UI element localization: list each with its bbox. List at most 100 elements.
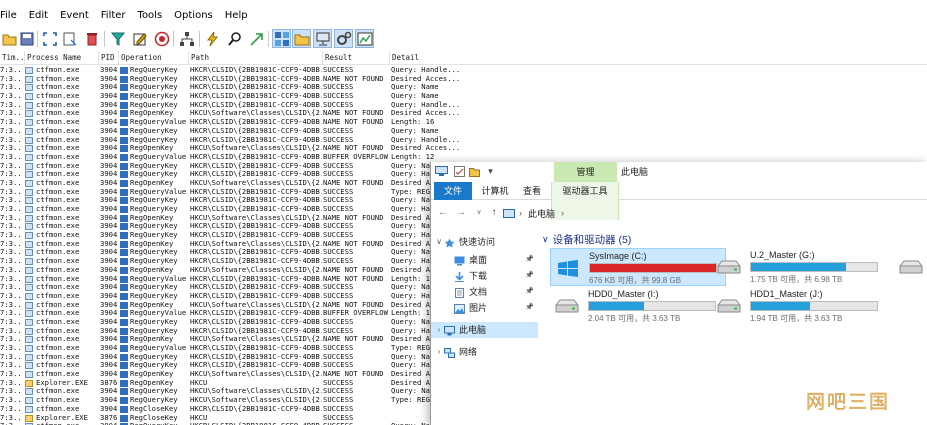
group-header[interactable]: ∨ 设备和驱动器 (5): [542, 232, 631, 247]
cell-result: SUCCESS: [323, 187, 354, 196]
include-button[interactable]: [152, 29, 171, 48]
menu-file[interactable]: File: [0, 6, 23, 26]
file-activity-toggle[interactable]: [292, 29, 311, 48]
properties-icon[interactable]: [453, 165, 466, 178]
customize-icon[interactable]: ▾: [484, 165, 497, 178]
clear-icon: [86, 32, 97, 45]
menu-tools[interactable]: Tools: [132, 6, 169, 26]
nav-item[interactable]: 文档 📌: [431, 284, 538, 300]
menu-filter[interactable]: Filter: [95, 6, 132, 26]
tab-file[interactable]: 文件: [434, 182, 472, 200]
menu-event[interactable]: Event: [54, 6, 95, 26]
expand-chevron-icon[interactable]: ∨: [434, 234, 444, 250]
cell-time: 7:3...: [0, 309, 22, 318]
table-row[interactable]: 7:3... ctfmon.exe 3904 RegQueryKey HKCR\CLSI…: [0, 92, 927, 101]
clear-button[interactable]: [82, 29, 101, 48]
col-process-name[interactable]: Process Name: [25, 51, 99, 64]
pin-icon[interactable]: 📌: [525, 252, 534, 268]
manage-context-tab[interactable]: 管理: [554, 162, 617, 182]
cell-path: HKCU\Software\Classes\CLSID\{2...: [190, 335, 322, 344]
drive-tile[interactable]: HDD0_Master (I:) 2.04 TB 可用，共 3.63 TB: [550, 287, 726, 325]
expand-chevron-icon[interactable]: ›: [434, 322, 444, 338]
drive-tile[interactable]: SysImage (C:) 676 KB 可用，共 99.8 GB: [550, 248, 726, 286]
up-arrow-icon[interactable]: ↑: [488, 206, 500, 220]
expand-chevron-icon[interactable]: ›: [434, 344, 444, 360]
pin-icon[interactable]: 📌: [525, 300, 534, 316]
drive-tile[interactable]: HDD1_Master (J:) 1.94 TB 可用，共 3.63 TB: [712, 287, 888, 325]
jump-button[interactable]: [247, 29, 266, 48]
col-operation[interactable]: Operation: [119, 51, 189, 64]
table-row[interactable]: 7:3... ctfmon.exe 3904 RegOpenKey HKCU\Softw…: [0, 144, 927, 153]
table-row[interactable]: 7:3... ctfmon.exe 3904 RegQueryValueHKCR\CL…: [0, 118, 927, 127]
pin-icon[interactable]: 📌: [525, 284, 534, 300]
nav-item-label: 下载: [469, 271, 488, 281]
filter-button[interactable]: [108, 29, 127, 48]
cell-time: 7:3...: [0, 196, 22, 205]
address-box[interactable]: › 此电脑 ›: [503, 205, 923, 221]
cell-pid: 3904: [100, 257, 118, 266]
table-row[interactable]: 7:3... ctfmon.exe 3904 RegQueryKey HKCR\CLSI…: [0, 83, 927, 92]
registry-icon: [120, 336, 128, 344]
nav-item[interactable]: 桌面 📌: [431, 252, 538, 268]
registry-icon: [120, 127, 128, 135]
highlight-button[interactable]: [130, 29, 149, 48]
nav-item[interactable]: › 网络: [431, 344, 538, 360]
find-button[interactable]: [225, 29, 244, 48]
pin-icon[interactable]: 📌: [525, 268, 534, 284]
col-result[interactable]: Result: [323, 51, 390, 64]
cell-time: 7:3...: [0, 352, 22, 361]
table-row[interactable]: 7:3... ctfmon.exe 3904 RegOpenKey HKCU\Softw…: [0, 109, 927, 118]
menu-help[interactable]: Help: [219, 6, 254, 26]
table-row[interactable]: 7:3... ctfmon.exe 3904 RegQueryKey HKCR\CLSI…: [0, 75, 927, 84]
menu-options[interactable]: Options: [168, 6, 219, 26]
registry-icon: [120, 414, 128, 422]
col-pid[interactable]: PID: [99, 51, 119, 64]
table-row[interactable]: 7:3... ctfmon.exe 3904 RegQueryKey HKCR\CLSI…: [0, 101, 927, 110]
menu-edit[interactable]: Edit: [23, 6, 54, 26]
table-row[interactable]: 7:3... ctfmon.exe 3904 RegQueryKey HKCR\CLSI…: [0, 136, 927, 145]
col-path[interactable]: Path: [189, 51, 323, 64]
nav-item[interactable]: ∨ 快速访问: [431, 234, 538, 250]
new-folder-icon[interactable]: [468, 165, 481, 178]
nav-item[interactable]: 下载 📌: [431, 268, 538, 284]
breadcrumb[interactable]: 此电脑: [528, 207, 555, 220]
process-icon: [25, 284, 33, 292]
table-row[interactable]: 7:3... ctfmon.exe 3904 RegQueryKey HKCR\CLSI…: [0, 66, 927, 75]
cell-pid: 3876: [100, 378, 118, 387]
nav-item[interactable]: 图片 📌: [431, 300, 538, 316]
profiling-toggle[interactable]: [355, 29, 374, 48]
event-properties-button[interactable]: [203, 29, 222, 48]
col-time[interactable]: Tim...: [0, 51, 25, 64]
cell-time: 7:3...: [0, 92, 22, 101]
drive-tile[interactable]: U.2_Master (G:) 1.75 TB 可用，共 6.98 TB: [712, 248, 888, 286]
save-button[interactable]: [17, 29, 36, 48]
process-tree-button[interactable]: [177, 29, 196, 48]
tab-computer[interactable]: 计算机: [477, 182, 513, 200]
drive-capacity: 2.04 TB 可用，共 3.63 TB: [588, 314, 681, 323]
capture-button[interactable]: [40, 29, 59, 48]
tab-view[interactable]: 查看: [517, 182, 547, 200]
cell-process-name: ctfmon.exe: [36, 100, 80, 109]
table-row[interactable]: 7:3... ctfmon.exe 3904 RegQueryKey HKCR\CLSI…: [0, 127, 927, 136]
cell-time: 7:3...: [0, 335, 22, 344]
cell-pid: 3904: [100, 396, 118, 405]
cell-result: SUCCESS: [323, 317, 354, 326]
table-row[interactable]: 7:3... ctfmon.exe 3904 RegQueryValueHKCR\CL…: [0, 153, 927, 162]
cell-pid: 3904: [100, 265, 118, 274]
cell-result: SUCCESS: [323, 396, 354, 405]
forward-arrow-icon[interactable]: →: [455, 206, 467, 220]
registry-activity-toggle[interactable]: [272, 29, 291, 48]
hdd-icon[interactable]: [898, 258, 927, 276]
cell-pid: 3904: [100, 144, 118, 153]
recent-chevron-icon[interactable]: ∨: [473, 206, 485, 220]
back-arrow-icon[interactable]: ←: [437, 206, 449, 220]
cell-operation: RegQueryValue: [130, 344, 187, 352]
nav-item[interactable]: › 此电脑: [431, 322, 538, 338]
network-activity-toggle[interactable]: [313, 29, 332, 48]
process-activity-toggle[interactable]: [334, 29, 353, 48]
cell-operation: RegQueryKey: [130, 257, 178, 266]
col-detail[interactable]: Detail: [390, 51, 470, 64]
cell-process-name: ctfmon.exe: [36, 283, 80, 292]
autoscroll-button[interactable]: [60, 29, 79, 48]
include-icon: [154, 31, 169, 46]
